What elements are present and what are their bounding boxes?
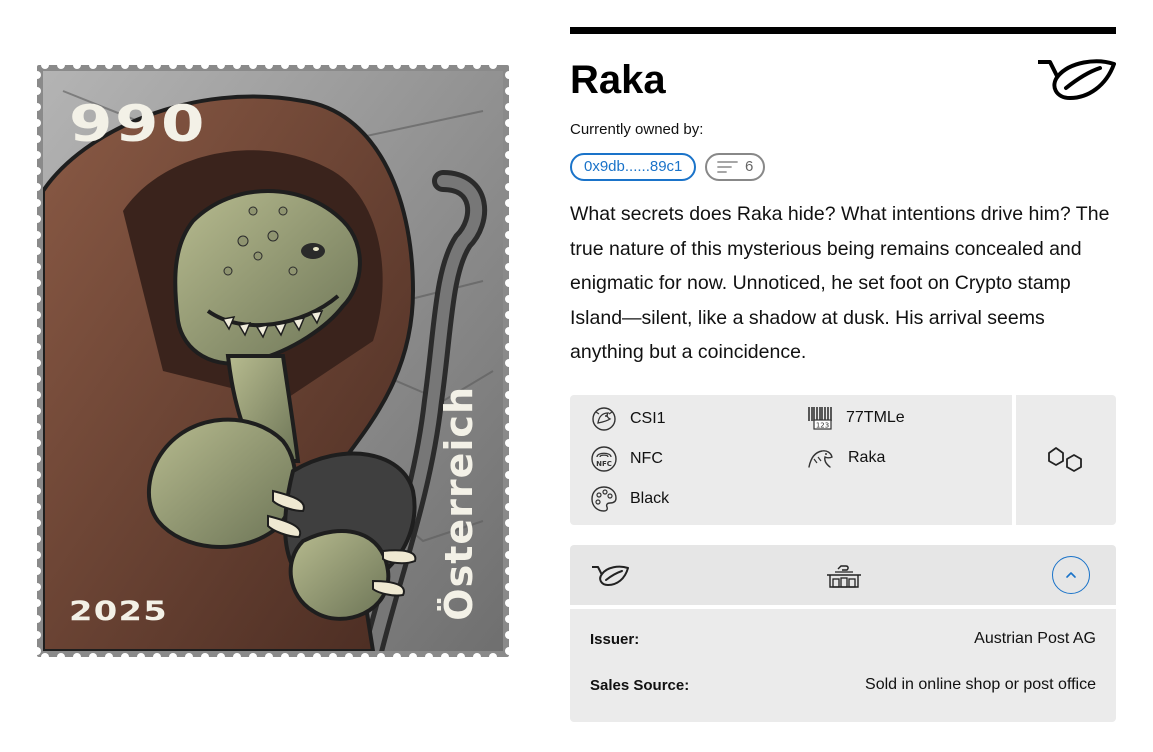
creature-illustration [43, 71, 503, 651]
post-horn-icon [1036, 58, 1116, 102]
owned-by-label: Currently owned by: [570, 121, 704, 138]
product-title: Raka [570, 58, 666, 102]
creature-icon [808, 450, 833, 468]
list-icon [717, 161, 738, 173]
attribute-color: Black [590, 485, 669, 513]
issuer-label: Issuer: [590, 631, 640, 648]
attributes-panel: CSI1 123 77TMLe NFC NFC Raka Black [570, 395, 1012, 525]
stamp-value: 990 [69, 95, 207, 153]
post-horn-icon [592, 565, 629, 586]
attribute-series-label: CSI1 [630, 410, 666, 427]
collapse-issuer-button[interactable] [1052, 556, 1090, 594]
post-office-icon [827, 565, 861, 588]
issuer-value: Austrian Post AG [974, 630, 1096, 647]
issuer-panel-header [570, 545, 1116, 605]
stamp-image: 990 2025 Österreich [37, 65, 509, 657]
barcode-123-icon: 123 [808, 407, 832, 430]
attribute-nfc-label: NFC [630, 450, 663, 467]
issuer-panel-body: Issuer: Austrian Post AG Sales Source: S… [570, 609, 1116, 722]
owner-history-button[interactable]: 6 [705, 153, 766, 181]
owner-history-count: 6 [745, 158, 754, 175]
chevron-up-icon [1066, 572, 1076, 578]
attribute-character: Raka [806, 445, 885, 471]
nfc-icon: NFC [591, 446, 617, 472]
polygon-chain-icon [1048, 447, 1082, 472]
attribute-nfc: NFC NFC [590, 445, 663, 473]
sales-source-value: Sold in online shop or post office [865, 676, 1096, 693]
stamp-artwork: 990 2025 Österreich [43, 71, 503, 651]
header-rule [570, 27, 1116, 34]
attribute-color-label: Black [630, 490, 670, 507]
svg-text:123: 123 [816, 422, 829, 430]
product-description: What secrets does Raka hide? What intent… [570, 203, 1110, 363]
palette-icon [591, 486, 617, 512]
sales-source-label: Sales Source: [590, 677, 690, 694]
stamp-country: Österreich [437, 386, 481, 621]
owner-address-link[interactable]: 0x9db......89c1 [570, 153, 697, 181]
blockchain-panel[interactable] [1016, 395, 1116, 525]
attribute-series: CSI1 [590, 405, 666, 433]
attribute-code-label: 77TMLe [846, 409, 905, 426]
attribute-character-label: Raka [848, 449, 886, 466]
stamp-year: 2025 [69, 596, 168, 627]
dragon-badge-icon [592, 407, 616, 431]
svg-text:NFC: NFC [596, 460, 612, 468]
attribute-code: 123 77TMLe [806, 405, 905, 431]
